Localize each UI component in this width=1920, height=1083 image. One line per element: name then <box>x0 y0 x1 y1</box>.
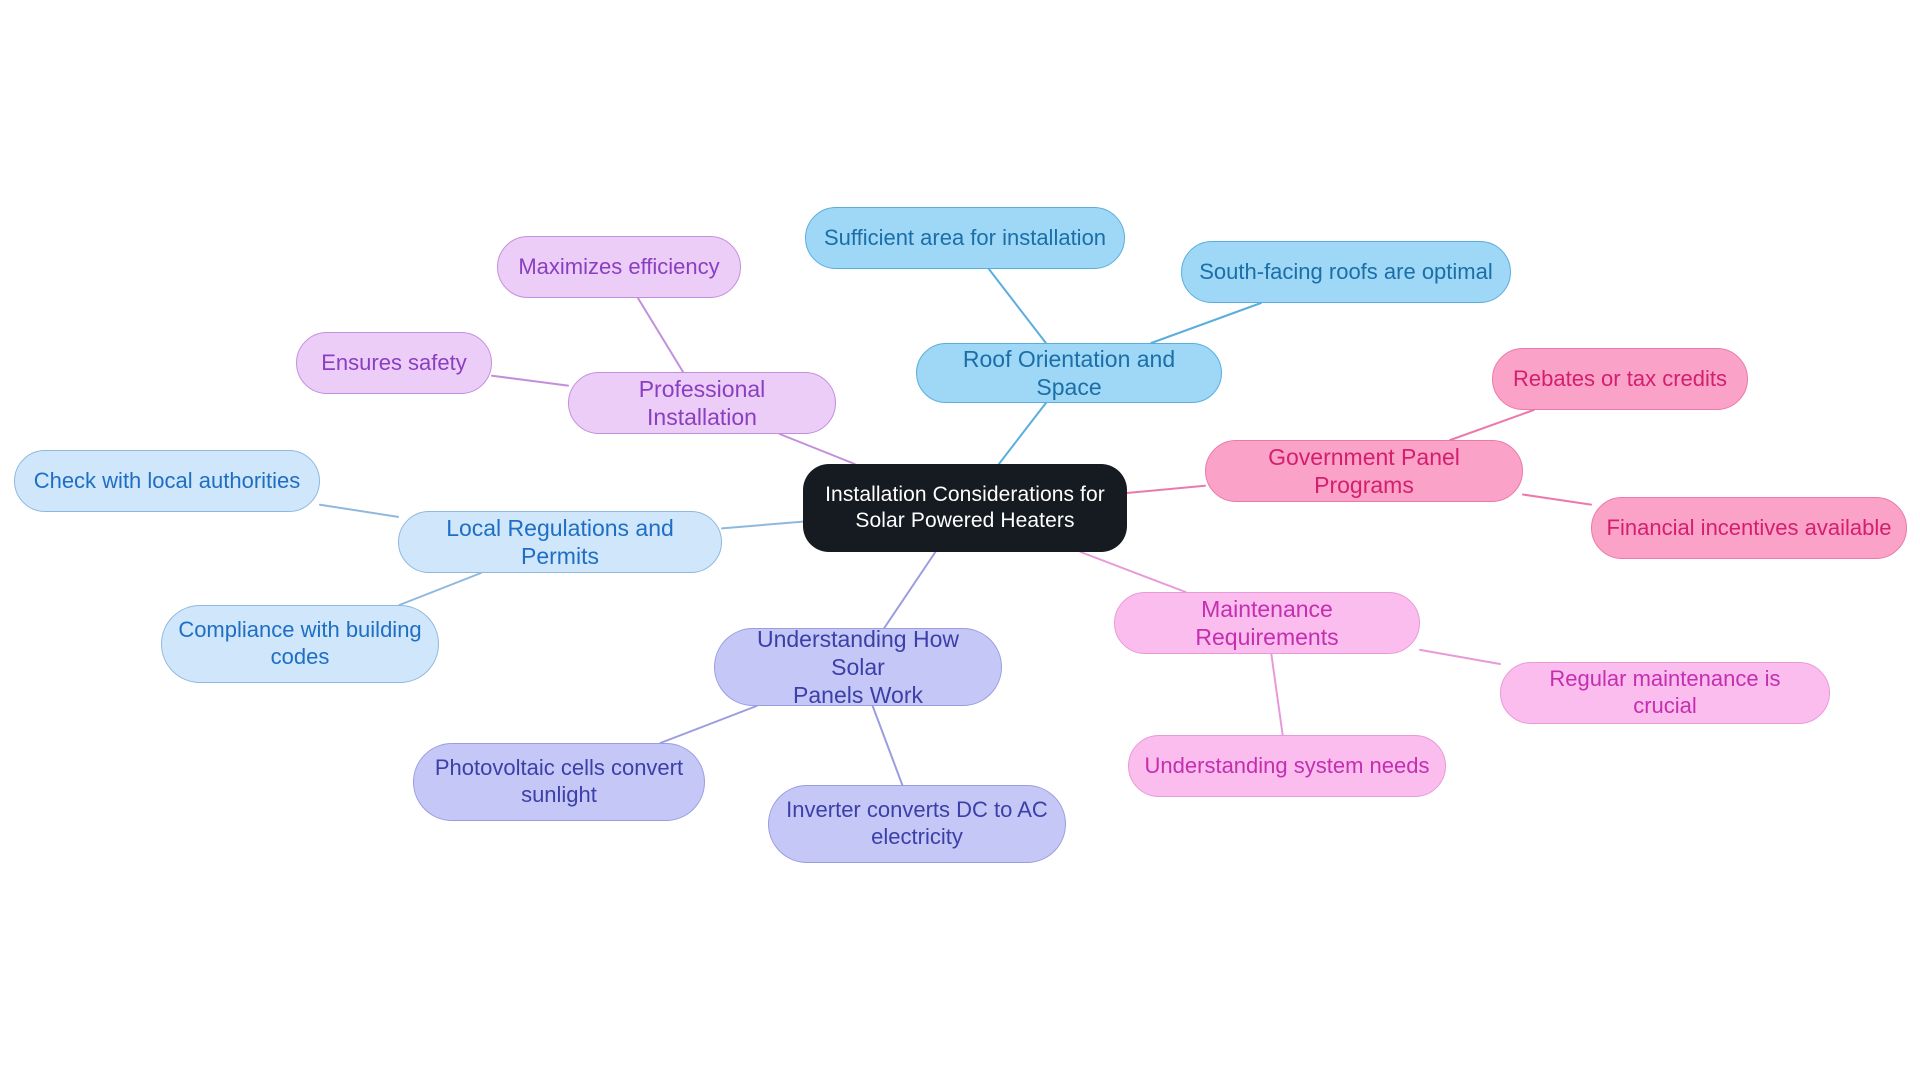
mindmap-node-roof-a[interactable]: Sufficient area for installation <box>805 207 1125 269</box>
edge-root-to-maint <box>1079 551 1187 593</box>
mindmap-node-regs-a[interactable]: Check with local authorities <box>14 450 320 512</box>
mindmap-canvas: Installation Considerations for Solar Po… <box>0 0 1920 1083</box>
mindmap-node-pro-a[interactable]: Maximizes efficiency <box>497 236 741 298</box>
mindmap-node-maint-a[interactable]: Regular maintenance is crucial <box>1500 662 1830 724</box>
edge-regs-to-regs-b <box>398 572 482 606</box>
edge-root-to-roof <box>997 402 1047 465</box>
mindmap-node-regs[interactable]: Local Regulations and Permits <box>398 511 722 573</box>
edge-gov-to-gov-a <box>1449 409 1535 441</box>
edge-pro-to-pro-b <box>491 374 569 387</box>
mindmap-node-pro[interactable]: Professional Installation <box>568 372 836 434</box>
edge-roof-to-roof-b <box>1150 302 1262 344</box>
mindmap-node-gov-b[interactable]: Financial incentives available <box>1591 497 1907 559</box>
mindmap-root-node[interactable]: Installation Considerations for Solar Po… <box>803 464 1127 552</box>
edge-gov-to-gov-b <box>1522 493 1592 506</box>
edge-root-to-pro <box>778 433 856 465</box>
mindmap-node-maint-b[interactable]: Understanding system needs <box>1128 735 1446 797</box>
edge-regs-to-regs-a <box>319 503 399 518</box>
edge-pro-to-pro-a <box>636 297 685 373</box>
edge-roof-to-roof-a <box>987 268 1047 344</box>
mindmap-node-gov[interactable]: Government Panel Programs <box>1205 440 1523 502</box>
edge-root-to-gov <box>1126 484 1206 494</box>
mindmap-node-solar[interactable]: Understanding How Solar Panels Work <box>714 626 1002 708</box>
mindmap-node-maint[interactable]: Maintenance Requirements <box>1114 592 1420 654</box>
edge-maint-to-maint-b <box>1270 653 1284 736</box>
edge-root-to-solar <box>883 551 937 629</box>
mindmap-node-pro-b[interactable]: Ensures safety <box>296 332 492 394</box>
edge-maint-to-maint-a <box>1419 648 1501 665</box>
mindmap-node-roof[interactable]: Roof Orientation and Space <box>916 343 1222 403</box>
mindmap-node-solar-a[interactable]: Photovoltaic cells convert sunlight <box>413 743 705 821</box>
edge-root-to-regs <box>721 520 804 530</box>
mindmap-node-gov-a[interactable]: Rebates or tax credits <box>1492 348 1748 410</box>
edge-solar-to-solar-a <box>659 705 758 744</box>
edge-solar-to-solar-b <box>871 705 904 786</box>
mindmap-node-solar-b[interactable]: Inverter converts DC to AC electricity <box>768 785 1066 863</box>
mindmap-node-regs-b[interactable]: Compliance with building codes <box>161 605 439 683</box>
mindmap-node-roof-b[interactable]: South-facing roofs are optimal <box>1181 241 1511 303</box>
